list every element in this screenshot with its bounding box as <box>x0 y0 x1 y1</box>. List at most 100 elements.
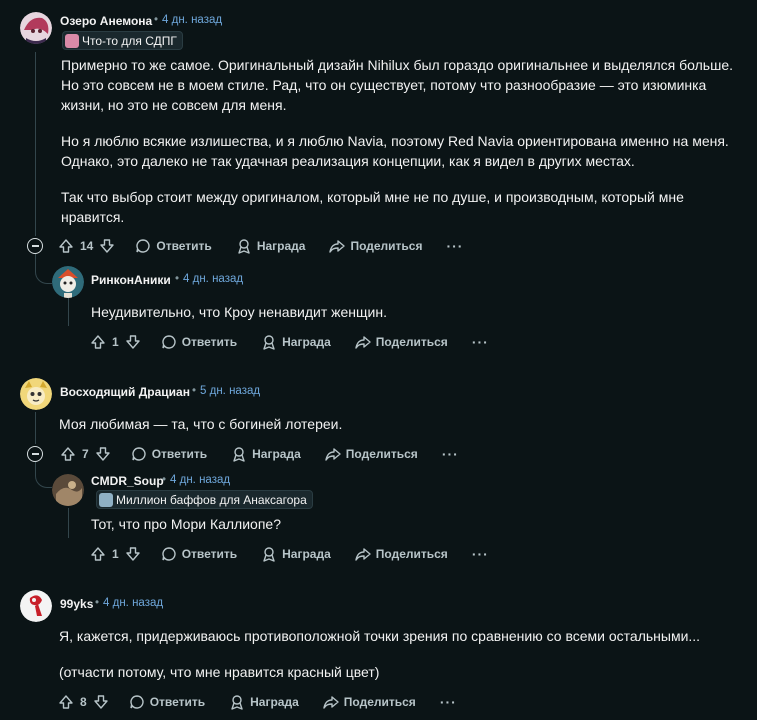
upvote-icon[interactable] <box>58 238 74 254</box>
award-label: Награда <box>282 547 331 561</box>
comment-paragraph: (отчасти потому, что мне нравится красны… <box>59 664 380 680</box>
avatar[interactable] <box>20 590 52 622</box>
comment-paragraph: Неудивительно, что Кроу ненавидит женщин… <box>91 304 387 320</box>
comment-action-bar: 8 Ответить Награда Поделиться ··· <box>58 690 457 714</box>
share-button[interactable]: Поделиться <box>325 446 418 462</box>
award-button[interactable]: Награда <box>229 694 299 710</box>
comment-author[interactable]: 99yks <box>60 597 93 611</box>
award-button[interactable]: Награда <box>261 334 331 350</box>
award-icon <box>236 238 252 254</box>
upvote-icon[interactable] <box>60 446 76 462</box>
award-button[interactable]: Награда <box>236 238 306 254</box>
reply-label: Ответить <box>151 447 208 461</box>
avatar[interactable] <box>20 12 52 44</box>
award-icon <box>231 446 247 462</box>
separator-dot: • <box>162 474 167 486</box>
share-label: Поделиться <box>375 335 448 349</box>
comment-paragraph: Но я люблю всякие излишества, и я люблю … <box>61 133 729 169</box>
comment-author[interactable]: РинконАники <box>91 273 171 287</box>
award-button[interactable]: Награда <box>261 546 331 562</box>
reply-label: Ответить <box>181 335 238 349</box>
flair-text: Миллион баффов для Анаксагора <box>116 492 307 507</box>
avatar[interactable] <box>20 378 52 410</box>
comment-body: Я, кажется, придерживаюсь противоположно… <box>59 626 749 682</box>
reply-button[interactable]: Ответить <box>161 546 237 562</box>
comment-time[interactable]: 4 дн. назад <box>162 14 222 26</box>
share-button[interactable]: Поделиться <box>355 546 448 562</box>
reply-bubble-icon <box>161 334 177 350</box>
upvote-icon[interactable] <box>90 546 106 562</box>
separator-dot: • <box>95 597 100 609</box>
award-label: Награда <box>282 335 331 349</box>
downvote-icon[interactable] <box>95 446 111 462</box>
downvote-icon[interactable] <box>125 334 141 350</box>
vote-count: 8 <box>80 695 87 709</box>
thread-line <box>35 52 36 236</box>
comment-body: Тот, что про Мори Каллиопе? <box>91 514 731 534</box>
reply-button[interactable]: Ответить <box>161 334 237 350</box>
comment-author[interactable]: CMDR_Soup <box>91 474 164 488</box>
share-icon <box>355 334 371 350</box>
downvote-icon[interactable] <box>93 694 109 710</box>
comment-author[interactable]: Озеро Анемона <box>60 14 152 28</box>
reply-bubble-icon <box>131 446 147 462</box>
more-options-button[interactable]: ··· <box>440 694 457 710</box>
award-label: Награда <box>256 239 306 253</box>
comment-body: Моя любимая — та, что с богиней лотереи. <box>59 414 739 434</box>
avatar[interactable] <box>52 266 84 298</box>
share-button[interactable]: Поделиться <box>323 694 416 710</box>
reply-bubble-icon <box>135 238 151 254</box>
comment-time[interactable]: 4 дн. назад <box>103 597 163 609</box>
separator-dot: • <box>175 273 180 285</box>
award-icon <box>229 694 245 710</box>
share-button[interactable]: Поделиться <box>329 238 422 254</box>
user-flair: Что-то для СДПГ <box>62 31 183 50</box>
vote-count: 7 <box>82 447 89 461</box>
downvote-icon[interactable] <box>125 546 141 562</box>
comment-author[interactable]: Восходящий Драциан <box>60 385 190 399</box>
collapse-icon[interactable] <box>27 238 43 254</box>
share-label: Поделиться <box>343 695 416 709</box>
more-options-button[interactable]: ··· <box>472 546 489 562</box>
comment-time[interactable]: 4 дн. назад <box>183 273 243 285</box>
comment-action-bar: 1 Ответить Награда Поделиться ··· <box>90 330 489 354</box>
upvote-icon[interactable] <box>90 334 106 350</box>
comment-paragraph: Примерно то же самое. Оригинальный дизай… <box>61 57 733 113</box>
reply-button[interactable]: Ответить <box>131 446 207 462</box>
reply-bubble-icon <box>161 546 177 562</box>
comment-paragraph: Моя любимая — та, что с богиней лотереи. <box>59 416 343 432</box>
vote-count: 1 <box>112 335 119 349</box>
comment-meta: • 4 дн. назад <box>175 273 243 285</box>
user-flair: Миллион баффов для Анаксагора <box>96 490 313 509</box>
thread-connector <box>35 462 52 488</box>
collapse-icon[interactable] <box>27 446 43 462</box>
comment-time[interactable]: 4 дн. назад <box>170 474 230 486</box>
avatar[interactable] <box>52 474 84 506</box>
comment-body: Неудивительно, что Кроу ненавидит женщин… <box>91 302 731 322</box>
more-options-button[interactable]: ··· <box>472 334 489 350</box>
award-label: Награда <box>252 447 301 461</box>
comment-paragraph: Так что выбор стоит между оригиналом, ко… <box>61 189 684 225</box>
reply-button[interactable]: Ответить <box>135 238 212 254</box>
reply-button[interactable]: Ответить <box>129 694 205 710</box>
share-icon <box>325 446 341 462</box>
share-icon <box>355 546 371 562</box>
comment-meta: • 5 дн. назад <box>192 385 260 397</box>
reply-bubble-icon <box>129 694 145 710</box>
more-options-button[interactable]: ··· <box>446 238 463 254</box>
reply-label: Ответить <box>156 239 212 253</box>
comment-meta: • 4 дн. назад <box>162 474 230 486</box>
award-icon <box>261 546 277 562</box>
downvote-icon[interactable] <box>99 238 115 254</box>
share-button[interactable]: Поделиться <box>355 334 448 350</box>
reply-label: Ответить <box>149 695 206 709</box>
award-icon <box>261 334 277 350</box>
more-options-button[interactable]: ··· <box>442 446 459 462</box>
upvote-icon[interactable] <box>58 694 74 710</box>
flair-text: Что-то для СДПГ <box>82 33 177 48</box>
share-label: Поделиться <box>375 547 448 561</box>
award-button[interactable]: Награда <box>231 446 301 462</box>
share-icon <box>323 694 339 710</box>
flair-emoji-icon <box>99 492 113 507</box>
comment-time[interactable]: 5 дн. назад <box>200 385 260 397</box>
